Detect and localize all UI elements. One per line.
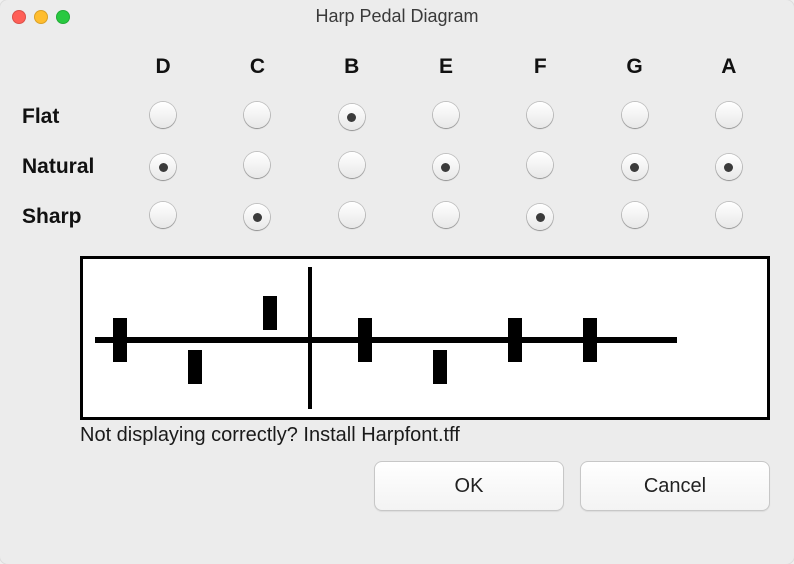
col-header: F <box>493 42 587 92</box>
radio-a-sharp[interactable] <box>716 202 742 228</box>
pedal-b <box>263 296 277 330</box>
col-header: G <box>587 42 681 92</box>
col-header: D <box>116 42 210 92</box>
window-title: Harp Pedal Diagram <box>0 6 794 27</box>
radio-e-sharp[interactable] <box>433 202 459 228</box>
radio-d-flat[interactable] <box>150 102 176 128</box>
radio-c-flat[interactable] <box>244 102 270 128</box>
radio-b-natural[interactable] <box>339 152 365 178</box>
pedal-f <box>433 350 447 384</box>
pedal-tick-c <box>173 337 217 343</box>
row-label: Natural <box>18 142 116 192</box>
radio-d-natural[interactable] <box>150 154 176 180</box>
hint-text: Not displaying correctly? Install Harpfo… <box>80 424 770 447</box>
pedal-tick-b <box>248 337 292 343</box>
radio-c-natural[interactable] <box>244 152 270 178</box>
diagram-divider <box>308 267 312 409</box>
pedal-matrix: D C B E F G A FlatNaturalSharp <box>18 42 776 242</box>
col-header: C <box>210 42 304 92</box>
radio-g-natural[interactable] <box>622 154 648 180</box>
pedal-diagram <box>80 256 770 420</box>
pedal-tick-d <box>98 337 142 343</box>
pedal-c <box>188 350 202 384</box>
titlebar: Harp Pedal Diagram <box>0 0 794 34</box>
ok-button[interactable]: OK <box>374 461 564 511</box>
radio-a-natural[interactable] <box>716 154 742 180</box>
radio-d-sharp[interactable] <box>150 202 176 228</box>
radio-g-sharp[interactable] <box>622 202 648 228</box>
cancel-button[interactable]: Cancel <box>580 461 770 511</box>
radio-g-flat[interactable] <box>622 102 648 128</box>
dialog-window: Harp Pedal Diagram D C B E F G A FlatNat… <box>0 0 794 564</box>
content-area: D C B E F G A FlatNaturalSharp Not displ… <box>0 34 794 564</box>
radio-f-natural[interactable] <box>527 152 553 178</box>
col-header: E <box>399 42 493 92</box>
row-label: Flat <box>18 92 116 142</box>
pedal-tick-a <box>568 337 612 343</box>
button-row: OK Cancel <box>18 461 776 511</box>
pedal-tick-g <box>493 337 537 343</box>
radio-f-sharp[interactable] <box>527 204 553 230</box>
radio-e-flat[interactable] <box>433 102 459 128</box>
radio-b-flat[interactable] <box>339 104 365 130</box>
radio-e-natural[interactable] <box>433 154 459 180</box>
pedal-tick-f <box>418 337 462 343</box>
col-header: B <box>305 42 399 92</box>
col-header: A <box>682 42 776 92</box>
pedal-tick-e <box>343 337 387 343</box>
radio-f-flat[interactable] <box>527 102 553 128</box>
row-label: Sharp <box>18 192 116 242</box>
radio-c-sharp[interactable] <box>244 204 270 230</box>
radio-a-flat[interactable] <box>716 102 742 128</box>
radio-b-sharp[interactable] <box>339 202 365 228</box>
